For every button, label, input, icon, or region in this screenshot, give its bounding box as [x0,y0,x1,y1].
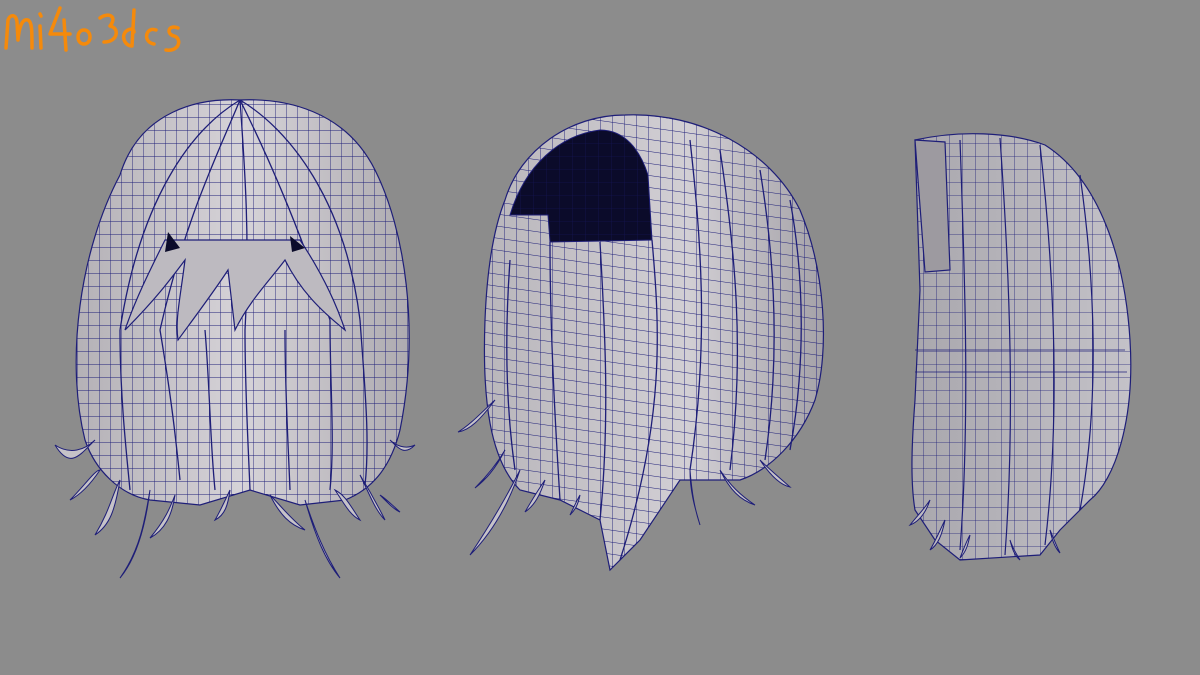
hair-three-quarter-view[interactable] [457,114,824,572]
artist-signature-logo [4,6,181,52]
3d-viewport[interactable] [0,0,1200,675]
hair-side-view[interactable] [908,133,1132,561]
viewport-canvas [54,99,1132,579]
hair-front-view[interactable] [54,99,416,579]
